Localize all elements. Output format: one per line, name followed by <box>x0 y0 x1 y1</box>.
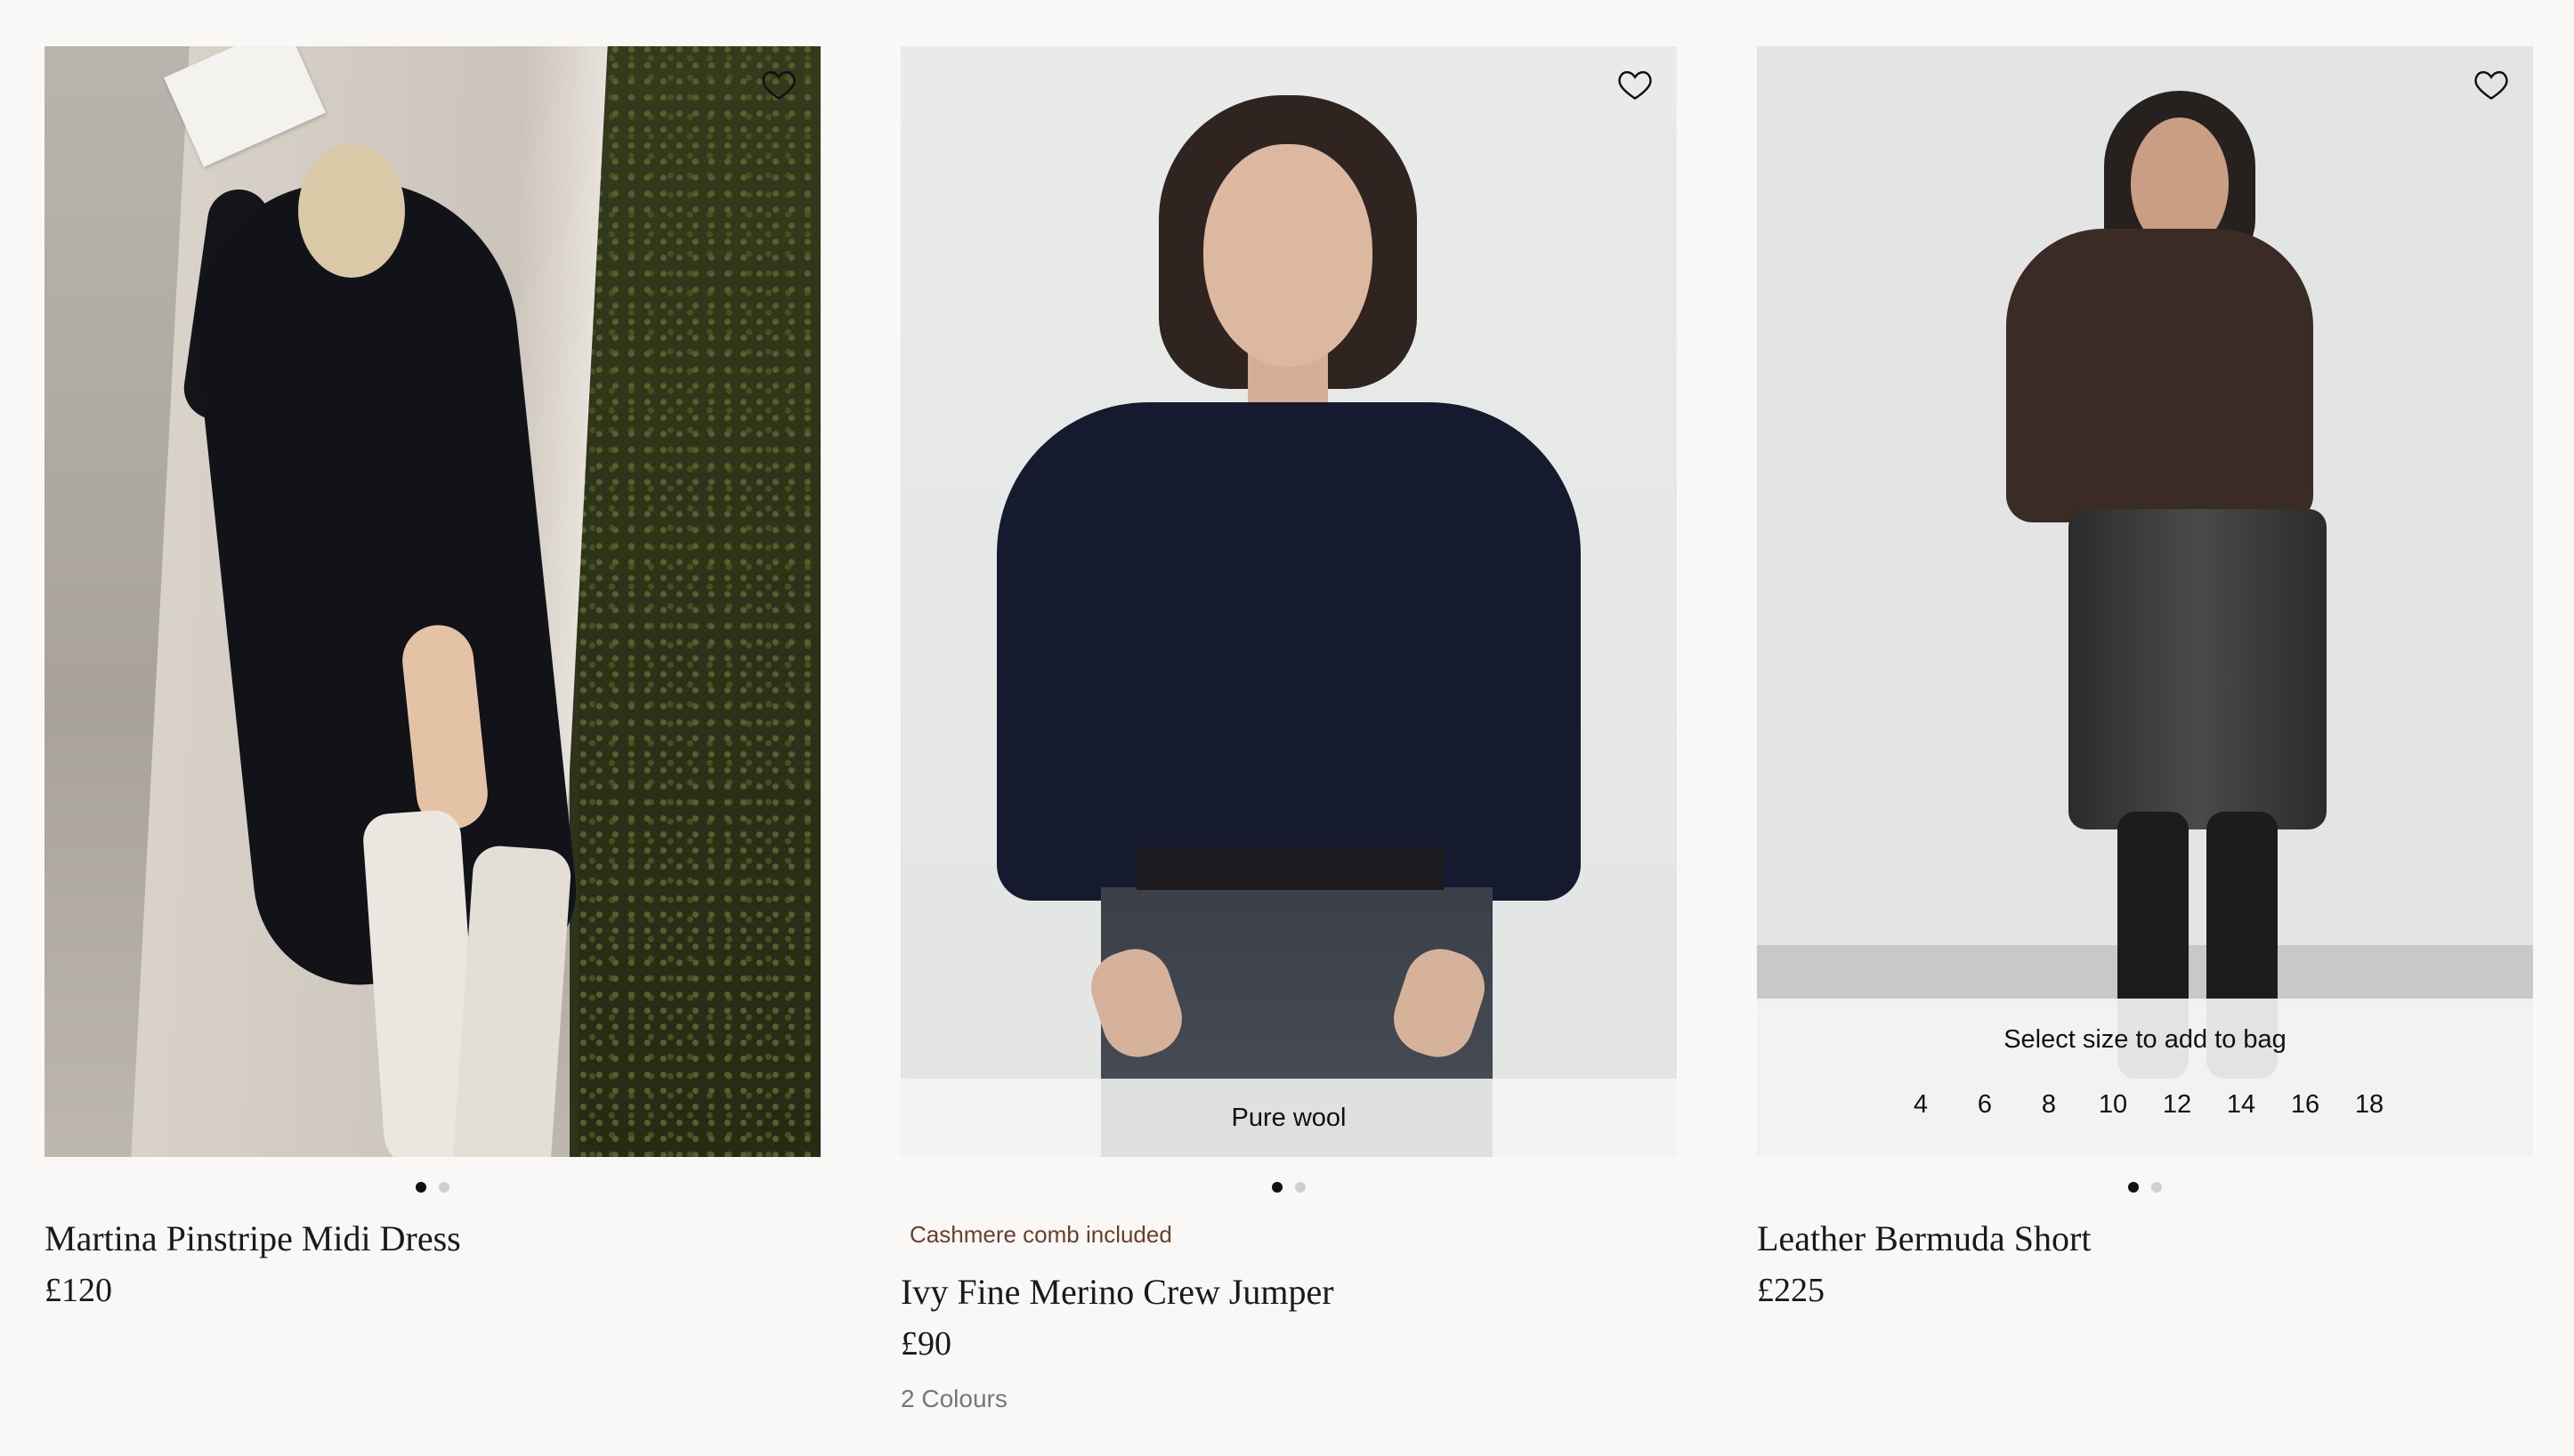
product-image[interactable] <box>45 46 821 1157</box>
heart-icon <box>1618 70 1652 100</box>
size-option[interactable]: 8 <box>2017 1090 2081 1120</box>
carousel-dot-2[interactable] <box>439 1182 449 1193</box>
wishlist-button[interactable] <box>1615 64 1655 105</box>
wishlist-button[interactable] <box>758 64 799 105</box>
wishlist-button[interactable] <box>2471 64 2512 105</box>
size-option[interactable]: 12 <box>2145 1090 2209 1120</box>
heart-icon <box>762 70 796 100</box>
size-option[interactable]: 14 <box>2209 1090 2273 1120</box>
material-overlay: Pure wool <box>901 1079 1677 1157</box>
product-photo <box>45 46 821 1157</box>
product-name[interactable]: Ivy Fine Merino Crew Jumper <box>901 1271 1677 1314</box>
product-card[interactable]: Pure wool Cashmere comb included Ivy Fin… <box>901 46 1677 1413</box>
product-photo <box>901 46 1677 1157</box>
size-option[interactable]: 16 <box>2273 1090 2337 1120</box>
size-option[interactable]: 18 <box>2337 1090 2401 1120</box>
quick-add-panel: Select size to add to bag 4 6 8 10 12 14… <box>1757 999 2533 1157</box>
carousel-dots <box>1757 1157 2533 1217</box>
carousel-dots <box>901 1157 1677 1217</box>
product-photo <box>1757 46 2533 1157</box>
size-option[interactable]: 4 <box>1889 1090 1953 1120</box>
size-option[interactable]: 6 <box>1953 1090 2017 1120</box>
size-options: 4 6 8 10 12 14 16 18 <box>1757 1090 2533 1120</box>
colour-count[interactable]: 2 Colours <box>901 1385 1677 1413</box>
product-price: £90 <box>901 1325 951 1363</box>
carousel-dots <box>45 1157 821 1217</box>
size-option[interactable]: 10 <box>2081 1090 2145 1120</box>
product-name[interactable]: Martina Pinstripe Midi Dress <box>45 1217 821 1260</box>
product-card[interactable]: Martina Pinstripe Midi Dress £120 <box>45 46 821 1312</box>
carousel-dot-2[interactable] <box>2151 1182 2162 1193</box>
product-image[interactable]: Select size to add to bag 4 6 8 10 12 14… <box>1757 46 2533 1157</box>
carousel-dot-1[interactable] <box>416 1182 426 1193</box>
product-price: £225 <box>1757 1272 1825 1309</box>
product-card[interactable]: Select size to add to bag 4 6 8 10 12 14… <box>1757 46 2533 1312</box>
product-image[interactable]: Pure wool <box>901 46 1677 1157</box>
carousel-dot-1[interactable] <box>2128 1182 2139 1193</box>
heart-icon <box>2474 70 2508 100</box>
product-name[interactable]: Leather Bermuda Short <box>1757 1217 2533 1260</box>
promo-badge: Cashmere comb included <box>910 1221 1172 1248</box>
product-price: £120 <box>45 1272 112 1309</box>
product-grid: Martina Pinstripe Midi Dress £120 Pure w… <box>0 0 2574 1456</box>
size-prompt: Select size to add to bag <box>2003 1025 2287 1054</box>
carousel-dot-2[interactable] <box>1295 1182 1306 1193</box>
carousel-dot-1[interactable] <box>1272 1182 1283 1193</box>
